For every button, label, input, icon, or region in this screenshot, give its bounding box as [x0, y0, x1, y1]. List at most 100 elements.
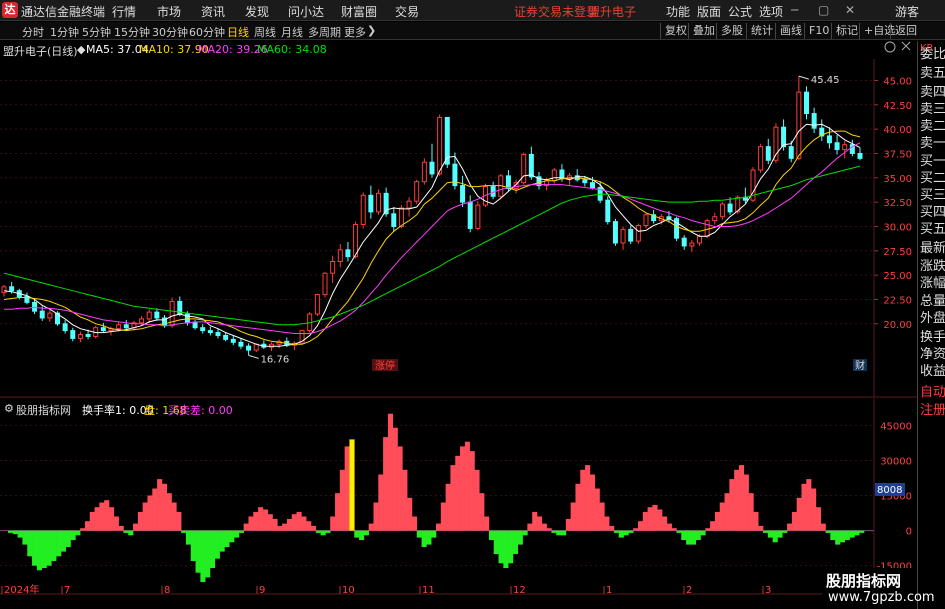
- side-change-pct[interactable]: 涨幅: [920, 276, 945, 292]
- menu-quotes[interactable]: 行情: [112, 3, 136, 20]
- menu-functions[interactable]: 功能: [666, 3, 690, 20]
- side-sell2[interactable]: 卖二: [920, 119, 945, 135]
- candle-body[interactable]: [337, 249, 343, 263]
- candle-body[interactable]: [85, 334, 91, 337]
- candle-body[interactable]: [681, 237, 687, 247]
- period-monthly[interactable]: 月线: [281, 24, 303, 40]
- side-buy3[interactable]: 买三: [920, 188, 945, 204]
- side-buy4[interactable]: 买四: [920, 205, 945, 221]
- gear-icon[interactable]: ⚙: [4, 402, 14, 415]
- candle-body[interactable]: [32, 301, 38, 312]
- candle-body[interactable]: [246, 345, 252, 351]
- candle-body[interactable]: [139, 318, 145, 324]
- menu-ask[interactable]: 问小达: [288, 3, 324, 20]
- candle-body[interactable]: [123, 324, 129, 329]
- side-buy2[interactable]: 买二: [920, 171, 945, 187]
- candle-body[interactable]: [77, 334, 83, 339]
- candle-body[interactable]: [146, 311, 152, 320]
- candle-body[interactable]: [414, 181, 420, 202]
- candle-body[interactable]: [460, 185, 466, 203]
- side-latest[interactable]: 最新: [920, 241, 945, 257]
- menu-discover[interactable]: 发现: [245, 3, 269, 20]
- candle-body[interactable]: [154, 311, 160, 319]
- side-auto[interactable]: 自动: [920, 385, 945, 401]
- candle-body[interactable]: [391, 213, 397, 227]
- chevron-right-icon[interactable]: ❯: [367, 24, 376, 37]
- candle-body[interactable]: [345, 249, 351, 258]
- candle-body[interactable]: [628, 228, 634, 242]
- tool-overlay[interactable]: 叠加: [688, 23, 715, 39]
- candle-body[interactable]: [215, 332, 221, 336]
- side-turnover[interactable]: 换手: [920, 330, 945, 346]
- side-sell3[interactable]: 卖三: [920, 102, 945, 118]
- candle-body[interactable]: [857, 152, 863, 159]
- menu-wealth[interactable]: 财富圈: [341, 3, 377, 20]
- settings-gear-icon[interactable]: [884, 41, 896, 53]
- candle-body[interactable]: [635, 224, 641, 242]
- candle-body[interactable]: [826, 135, 832, 144]
- candle-body[interactable]: [368, 194, 374, 213]
- side-outer[interactable]: 外盘: [920, 311, 945, 327]
- period-5min[interactable]: 5分钟: [82, 24, 111, 40]
- guest-label[interactable]: 游客: [895, 3, 919, 20]
- side-net-assets[interactable]: 净资: [920, 347, 945, 363]
- login-warning[interactable]: 证券交易未登录: [514, 3, 598, 20]
- menu-trade[interactable]: 交易: [395, 3, 419, 20]
- menu-formula[interactable]: 公式: [728, 3, 752, 20]
- candle-body[interactable]: [551, 169, 557, 182]
- candle-body[interactable]: [467, 201, 473, 229]
- candle-body[interactable]: [1, 286, 7, 294]
- minimize-icon[interactable]: ─: [791, 3, 798, 17]
- period-multi[interactable]: 多周期: [308, 24, 341, 40]
- candle-body[interactable]: [322, 272, 328, 296]
- candle-body[interactable]: [398, 207, 404, 227]
- period-intraday[interactable]: 分时: [22, 24, 44, 40]
- candle-body[interactable]: [712, 216, 718, 222]
- side-change[interactable]: 涨跌: [920, 259, 945, 275]
- candle-body[interactable]: [727, 203, 733, 213]
- info-dropdown-icon[interactable]: ◆: [77, 43, 85, 56]
- tool-back[interactable]: 返回: [890, 23, 917, 39]
- candle-body[interactable]: [689, 242, 695, 247]
- candle-body[interactable]: [582, 179, 588, 184]
- candle-body[interactable]: [230, 338, 236, 343]
- candle-body[interactable]: [238, 341, 244, 347]
- candle-body[interactable]: [796, 91, 802, 159]
- close-icon[interactable]: ✕: [845, 3, 855, 17]
- side-buy1[interactable]: 买一: [920, 154, 945, 170]
- tool-multi-stock[interactable]: 多股: [716, 23, 743, 39]
- candle-body[interactable]: [811, 113, 817, 129]
- candle-body[interactable]: [521, 153, 527, 184]
- candle-body[interactable]: [330, 261, 336, 274]
- menu-news[interactable]: 资讯: [201, 3, 225, 20]
- candle-body[interactable]: [781, 126, 787, 148]
- side-sell1[interactable]: 卖一: [920, 136, 945, 152]
- candle-body[interactable]: [429, 161, 435, 175]
- menu-market[interactable]: 市场: [157, 3, 181, 20]
- period-15min[interactable]: 15分钟: [114, 24, 150, 40]
- candle-body[interactable]: [612, 221, 618, 244]
- candle-body[interactable]: [406, 200, 412, 209]
- candle-body[interactable]: [376, 192, 381, 213]
- candle-body[interactable]: [100, 327, 106, 332]
- period-weekly[interactable]: 周线: [254, 24, 276, 40]
- candle-body[interactable]: [834, 142, 840, 151]
- tool-draw[interactable]: 画线: [775, 23, 802, 39]
- side-volume[interactable]: 总量: [920, 294, 945, 310]
- candle-body[interactable]: [719, 203, 725, 218]
- candle-body[interactable]: [192, 322, 198, 329]
- candle-body[interactable]: [421, 161, 427, 183]
- candle-body[interactable]: [360, 194, 366, 226]
- tool-mark[interactable]: 标记: [831, 23, 858, 39]
- side-earnings[interactable]: 收益: [920, 364, 945, 380]
- candle-body[interactable]: [620, 228, 626, 244]
- candle-body[interactable]: [697, 235, 702, 244]
- side-sell5[interactable]: 卖五: [920, 66, 945, 82]
- tool-f10[interactable]: F10: [804, 23, 829, 39]
- candle-body[interactable]: [804, 91, 809, 115]
- period-more[interactable]: 更多: [344, 24, 366, 40]
- menu-layout[interactable]: 版面: [697, 3, 721, 20]
- candle-body[interactable]: [765, 146, 771, 161]
- candle-body[interactable]: [758, 146, 764, 171]
- candle-body[interactable]: [505, 175, 511, 190]
